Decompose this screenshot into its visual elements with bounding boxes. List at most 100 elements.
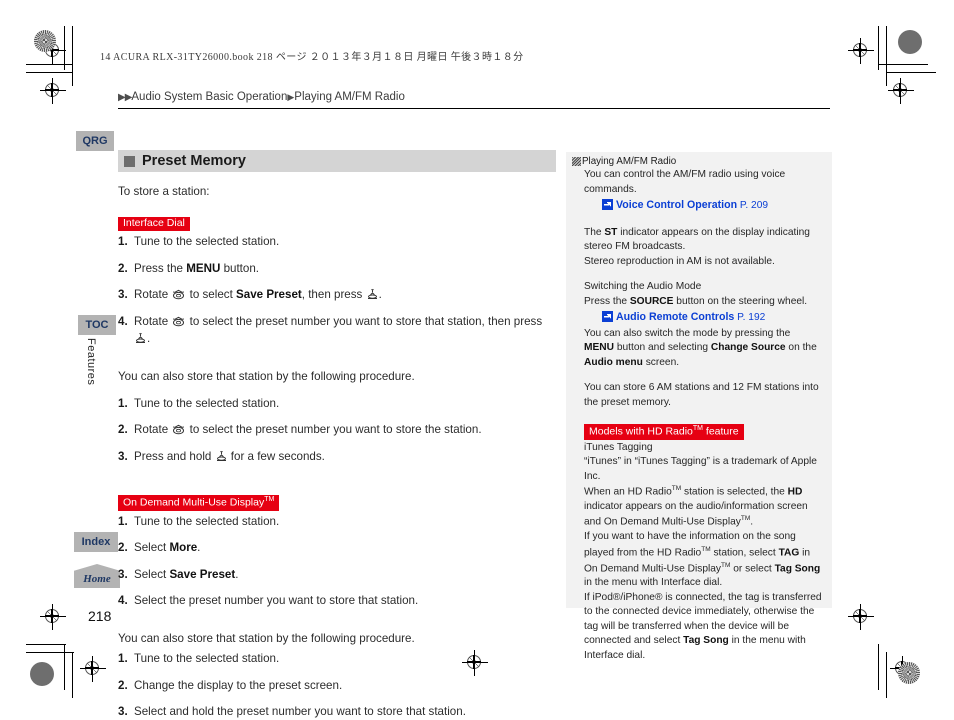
- crop-line-tr-h2: [886, 72, 936, 73]
- alt-procedure-steps-1: 1. Tune to the selected station. 2. Rotate…: [118, 395, 556, 465]
- step-text-pre: Select: [134, 541, 170, 555]
- menu-bold-term: MENU: [584, 342, 614, 354]
- print-header: 14 ACURA RLX-31TY26000.book 218 ページ ２０１３…: [100, 52, 524, 63]
- audio-menu-bold-term: Audio menu: [584, 356, 643, 368]
- hd-tag-label: Models with HD Radio: [589, 425, 693, 438]
- step-text: Change the display to the preset screen.: [134, 678, 343, 692]
- list-item: 1. Tune to the selected station.: [118, 233, 556, 250]
- xref-label[interactable]: Voice Control Operation: [616, 199, 737, 211]
- dial-rotate-icon: [172, 288, 185, 300]
- hd-bold-term: HD: [787, 486, 803, 498]
- tag-song-bold-term: Tag Song: [774, 563, 821, 574]
- step-text-pre: Rotate: [134, 288, 172, 302]
- hd-line-2g: in the menu with Interface dial.: [584, 577, 723, 589]
- xref-voice-control[interactable]: Voice Control Operation P. 209: [584, 198, 822, 213]
- tab-toc[interactable]: TOC: [78, 315, 116, 335]
- st-note-post: indicator appears on the display indicat…: [584, 226, 810, 253]
- step-number: 1.: [118, 397, 128, 411]
- tab-index[interactable]: Index: [74, 532, 118, 552]
- section-heading: Preset Memory: [118, 150, 556, 172]
- step-text-mid: to select the preset number you want to …: [186, 423, 482, 437]
- step-number: 3.: [118, 567, 128, 581]
- jump-link-icon: [602, 311, 613, 323]
- step-number: 2.: [118, 541, 128, 555]
- sidebar-body-hd: iTunes Tagging “iTunes” in “iTunes Taggi…: [572, 441, 824, 664]
- list-item: 3. Select Save Preset.: [118, 566, 556, 583]
- step-text: Tune to the selected station.: [134, 652, 280, 666]
- hd-tag-suffix: feature: [702, 425, 739, 438]
- step-text-mid: to select the preset number you want to …: [186, 314, 543, 328]
- crop-line-bl-v1: [64, 644, 65, 690]
- step-text: Tune to the selected station.: [134, 235, 280, 249]
- step-text: Select the preset number you want to sto…: [134, 593, 419, 607]
- step-text-pre: Press the: [134, 261, 187, 275]
- section-bullet-icon: [124, 155, 135, 167]
- step-text-end: .: [147, 331, 151, 345]
- color-patch-bottom-right: [898, 662, 920, 684]
- list-item: 2. Change the display to the preset scree…: [118, 677, 556, 694]
- sidebar-body: You can control the AM/FM radio using vo…: [572, 168, 824, 421]
- switch-mode-e: on the: [785, 342, 817, 354]
- step-text: Tune to the selected station.: [134, 397, 280, 411]
- step-text-post: button.: [220, 261, 260, 275]
- breadcrumb-child[interactable]: Playing AM/FM Radio: [294, 91, 405, 103]
- color-patch-top-right: [898, 30, 922, 54]
- registration-mark-top-right-inner: [848, 38, 874, 64]
- xref-audio-remote-controls[interactable]: Audio Remote Controls P. 192: [584, 310, 822, 325]
- color-patch-bottom-left: [30, 662, 54, 686]
- hd-line-2b: station, select: [710, 547, 779, 559]
- registration-mark-bottom-right-upper: [848, 604, 874, 630]
- audio-mode-title: Switching the Audio Mode: [584, 281, 702, 293]
- breadcrumb-lead-icon: ▶▶: [118, 92, 132, 103]
- trademark-icon: TM: [671, 485, 682, 493]
- crop-line-bl-h1: [26, 644, 66, 645]
- hd-indicator-note: When an HD RadioTM station is selected, …: [584, 484, 822, 530]
- xref-label[interactable]: Audio Remote Controls: [616, 311, 734, 323]
- switch-mode-c: button and selecting: [614, 342, 711, 354]
- crop-line-tl-v2: [72, 26, 73, 86]
- alt-procedure-note-1: You can also store that station by the f…: [118, 370, 415, 384]
- list-item: 3. Rotate to select Save Preset, then pre…: [118, 286, 556, 303]
- odmd-tag: On Demand Multi-Use DisplayTM: [118, 494, 280, 511]
- hd-line-1e: .: [750, 516, 754, 528]
- tab-qrg[interactable]: QRG: [76, 131, 114, 151]
- registration-mark-top-left-lower: [40, 78, 66, 104]
- breadcrumb-parent[interactable]: Audio System Basic Operation: [131, 91, 287, 103]
- step-text-pre: Select: [134, 567, 170, 581]
- step-number: 4.: [118, 593, 128, 607]
- step-number: 1.: [118, 652, 128, 666]
- step-bold-term: More: [169, 541, 198, 555]
- alt-procedure-steps-2: 1. Tune to the selected station. 2. Change…: [118, 650, 556, 720]
- dial-rotate-icon: [172, 315, 185, 327]
- step-number: 4.: [118, 314, 128, 328]
- step-number: 3.: [118, 288, 128, 302]
- audio-mode-post: button on the steering wheel.: [673, 295, 808, 307]
- dial-press-icon: [367, 288, 378, 300]
- dial-press-icon: [216, 450, 227, 462]
- step-text-mid: to select: [186, 288, 237, 302]
- odmd-tag-wrap: On Demand Multi-Use DisplayTM: [118, 492, 556, 511]
- home-button[interactable]: Home: [74, 564, 120, 588]
- source-bold-term: SOURCE: [629, 295, 674, 307]
- hd-tag-tm: TM: [692, 424, 703, 432]
- hd-line-1b: station is selected, the: [681, 486, 788, 498]
- voice-commands-note: You can control the AM/FM radio using vo…: [584, 169, 786, 195]
- header-divider: [118, 108, 830, 109]
- step-text-mid: for a few seconds.: [227, 449, 325, 463]
- trademark-icon: TM: [721, 561, 731, 569]
- crop-line-br-v2: [886, 652, 887, 698]
- preset-capacity-note: You can store 6 AM stations and 12 FM st…: [584, 382, 819, 408]
- st-indicator-note: The ST indicator appears on the display …: [584, 226, 822, 255]
- list-item: 4. Select the preset number you want to s…: [118, 592, 556, 609]
- list-item: 1. Tune to the selected station.: [118, 650, 556, 667]
- trademark-icon: TM: [740, 515, 751, 523]
- step-bold-term: MENU: [186, 261, 221, 275]
- step-number: 1.: [118, 235, 128, 249]
- hd-line-2e: or select: [730, 563, 775, 574]
- step-number: 2.: [118, 678, 128, 692]
- double-chevron-icon: [572, 157, 581, 166]
- list-item: 1. Tune to the selected station.: [118, 513, 556, 530]
